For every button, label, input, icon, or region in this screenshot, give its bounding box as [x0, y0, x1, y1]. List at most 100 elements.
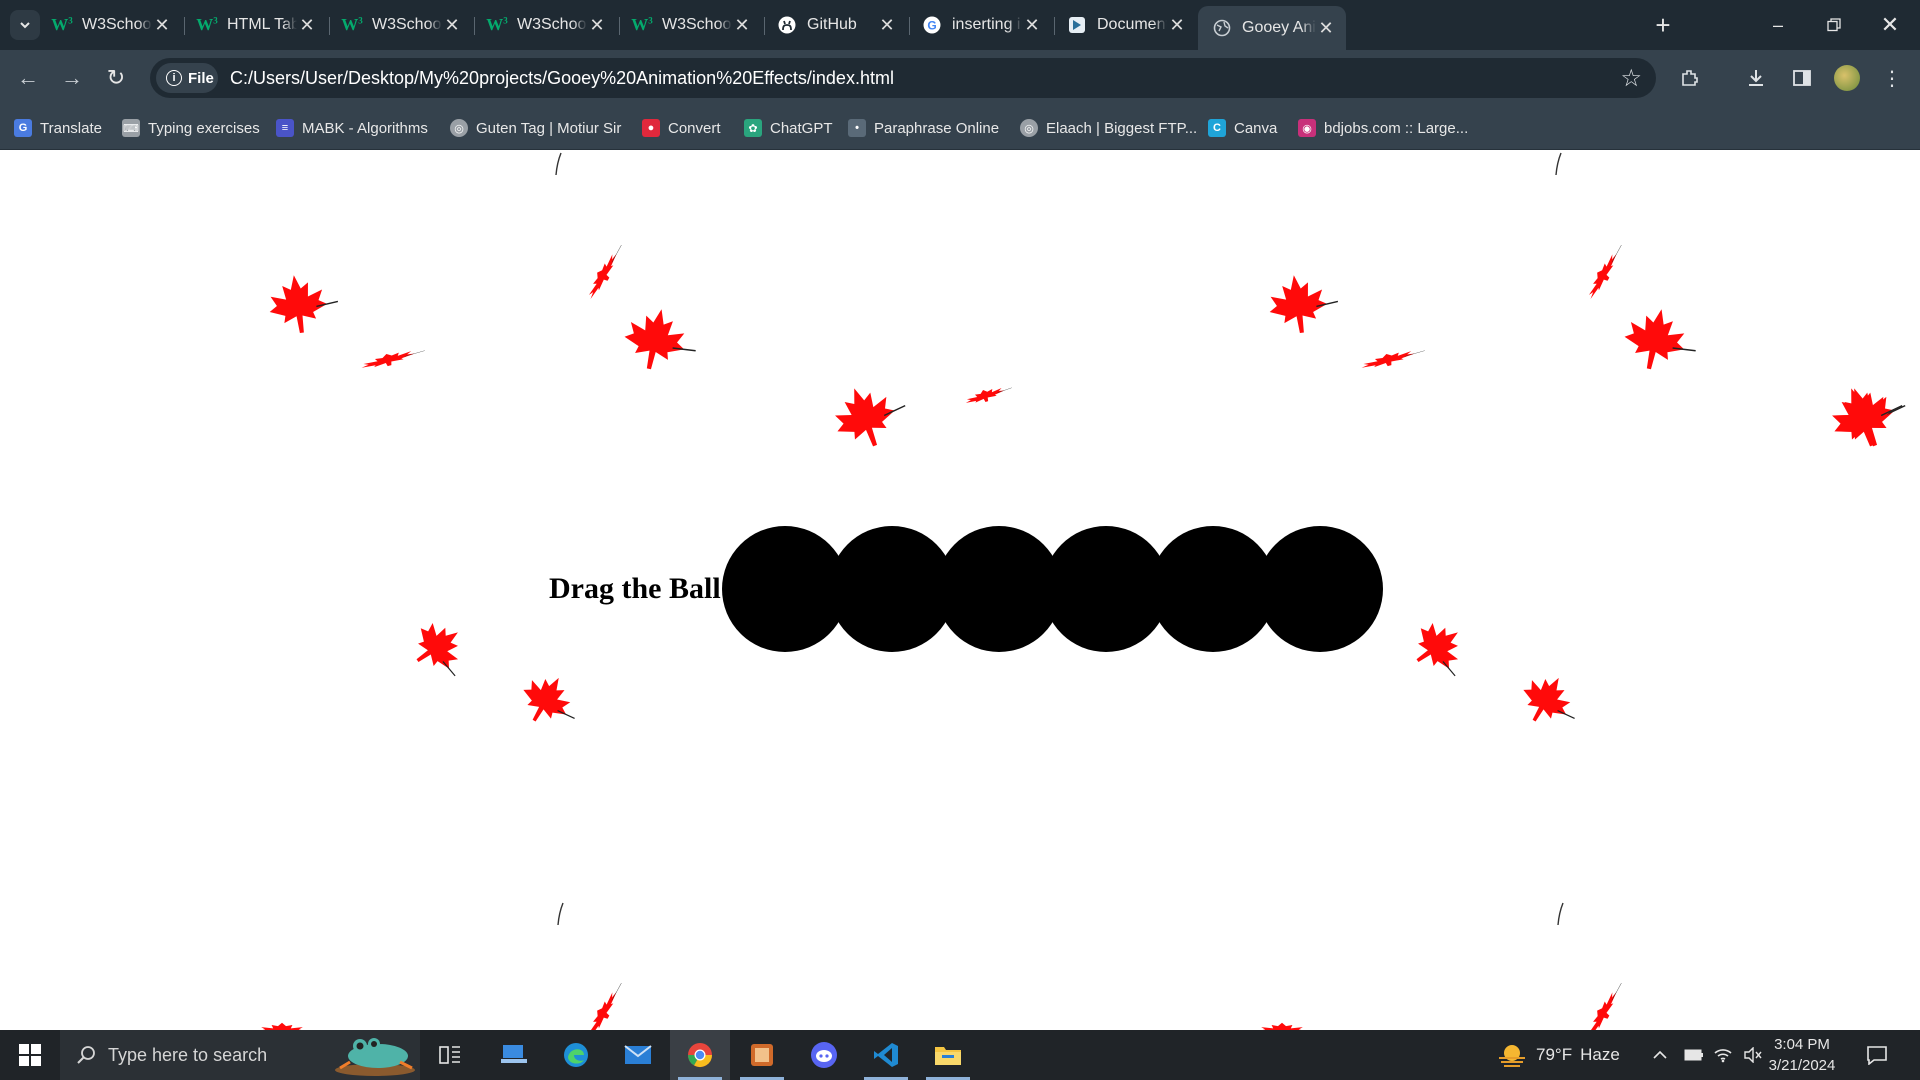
maple-leaf-icon [1822, 377, 1903, 457]
address-bar[interactable]: i File C:/Users/User/Desktop/My%20projec… [150, 58, 1656, 98]
bookmark-label: bdjobs.com :: Large... [1324, 119, 1469, 137]
minimize-icon: – [1772, 14, 1783, 35]
leaf-stem-icon [1555, 152, 1562, 176]
tab-search-button[interactable] [10, 10, 40, 40]
bookmark-label: Canva [1234, 119, 1278, 137]
windows-taskbar: Type here to search 79°F Haze 3:04 PM 3/… [0, 1030, 1920, 1080]
maple-leaf-icon [403, 612, 473, 681]
tab-title: Document [1097, 16, 1167, 33]
weather-widget[interactable]: 79°F Haze [1496, 1030, 1620, 1080]
tab-0[interactable]: W3 W3Schools H✕ [38, 6, 182, 44]
taskbar-app-computer[interactable] [484, 1030, 544, 1080]
taskbar-app-sublime[interactable] [732, 1030, 792, 1080]
translate-icon: G [14, 119, 32, 137]
bookmark-item[interactable]: • Paraphrase Online [848, 117, 999, 139]
battery-icon[interactable] [1684, 1030, 1704, 1080]
minimize-button[interactable]: – [1750, 0, 1806, 50]
github-icon [777, 15, 797, 35]
tab-1[interactable]: W3 HTML Tables✕ [183, 6, 327, 44]
globe-icon: ◎ [1020, 119, 1038, 137]
w3schools-icon: W3 [51, 15, 73, 34]
tab-7[interactable]: Document ✕ [1053, 6, 1197, 44]
bookmark-label: Typing exercises [148, 119, 260, 137]
close-tab-icon[interactable]: ✕ [732, 15, 752, 35]
bookmark-item[interactable]: ◎ Elaach | Biggest FTP... [1020, 117, 1197, 139]
back-button[interactable]: ← [12, 62, 44, 94]
close-tab-icon[interactable]: ✕ [1316, 18, 1336, 38]
start-button[interactable] [0, 1030, 60, 1080]
tab-6[interactable]: Ginserting ima✕ [908, 6, 1052, 44]
taskbar-app-mail[interactable] [608, 1030, 668, 1080]
taskbar-app-edge[interactable] [546, 1030, 606, 1080]
tab-8[interactable]: Gooey Anima✕ [1198, 6, 1346, 50]
tab-2[interactable]: W3 W3Schools Tr✕ [328, 6, 472, 44]
algorithms-icon: ≡ [276, 119, 294, 137]
bookmark-item[interactable]: ◉ bdjobs.com :: Large... [1298, 117, 1468, 139]
forward-button[interactable]: → [56, 62, 88, 94]
wifi-icon[interactable] [1714, 1030, 1732, 1080]
frog-illustration-icon [335, 1038, 415, 1076]
chevron-down-icon [20, 22, 30, 29]
gooey-ball[interactable] [1257, 526, 1383, 652]
edge-icon [564, 1043, 588, 1067]
close-tab-icon[interactable]: ✕ [442, 15, 462, 35]
taskbar-app-discord[interactable] [794, 1030, 854, 1080]
close-tab-icon[interactable]: ✕ [1022, 15, 1042, 35]
taskbar-search-box[interactable]: Type here to search [60, 1030, 420, 1080]
reload-button[interactable]: ↻ [100, 62, 132, 94]
site-info-chip[interactable]: i File [156, 63, 218, 93]
bookmark-star-icon[interactable]: ☆ [1620, 64, 1642, 93]
close-tab-icon[interactable]: ✕ [587, 15, 607, 35]
close-tab-icon[interactable]: ✕ [877, 15, 897, 35]
new-tab-button[interactable]: + [1648, 10, 1678, 40]
taskbar-app-vscode[interactable] [856, 1030, 916, 1080]
maple-leaf-icon [963, 383, 1012, 408]
url-text[interactable]: C:/Users/User/Desktop/My%20projects/Gooe… [230, 68, 894, 89]
bookmark-label: Translate [40, 119, 102, 137]
bookmark-item[interactable]: ✿ ChatGPT [744, 117, 833, 139]
taskbar-app-chrome[interactable] [670, 1030, 730, 1080]
close-tab-icon[interactable]: ✕ [152, 15, 172, 35]
app-window-icon [751, 1044, 773, 1066]
bookmark-item[interactable]: C Canva [1208, 117, 1277, 139]
bookmark-item[interactable]: ● Convert [642, 117, 721, 139]
discord-icon [811, 1042, 837, 1068]
restore-button[interactable] [1806, 0, 1862, 50]
arrow-right-icon: → [61, 65, 83, 90]
taskbar-app-file-explorer[interactable] [918, 1030, 978, 1080]
task-view-icon [439, 1046, 460, 1064]
task-view-button[interactable] [420, 1030, 480, 1080]
tab-4[interactable]: W3 W3Schools Tr✕ [618, 6, 762, 44]
tab-title: inserting ima [952, 16, 1022, 33]
system-clock[interactable]: 3:04 PM 3/21/2024 [1754, 1034, 1850, 1076]
search-placeholder: Type here to search [108, 1044, 268, 1065]
bookmark-item[interactable]: ⌨ Typing exercises [122, 117, 260, 139]
extensions-icon[interactable] [1674, 62, 1706, 94]
bookmark-item[interactable]: ≡ MABK - Algorithms [276, 117, 428, 139]
clock-date: 3/21/2024 [1768, 1057, 1836, 1074]
menu-kebab-icon[interactable]: ⋮ [1876, 62, 1908, 94]
bookmark-item[interactable]: G Translate [14, 117, 102, 139]
w3schools-icon: W3 [486, 15, 508, 34]
tab-5[interactable]: GitHub ✕ [763, 6, 907, 44]
close-tab-icon[interactable]: ✕ [297, 15, 317, 35]
chevron-up-icon [1653, 1050, 1667, 1059]
close-icon: ✕ [1880, 12, 1900, 37]
notifications-button[interactable] [1866, 1030, 1888, 1080]
tab-title: Gooey Anima [1242, 19, 1316, 36]
keyboard-icon: ⌨ [122, 119, 140, 137]
bookmark-label: ChatGPT [770, 119, 833, 137]
profile-avatar[interactable] [1834, 65, 1860, 91]
bookmark-label: Elaach | Biggest FTP... [1046, 119, 1198, 137]
bookmark-item[interactable]: ◎ Guten Tag | Motiur Sir [450, 117, 621, 139]
w3schools-icon: W3 [631, 15, 653, 34]
side-panel-icon[interactable] [1786, 62, 1818, 94]
w3schools-icon: W3 [341, 15, 363, 34]
tab-title: W3Schools H [82, 16, 152, 33]
maple-leaf-icon [825, 377, 906, 457]
download-icon[interactable] [1740, 62, 1772, 94]
close-tab-icon[interactable]: ✕ [1167, 15, 1187, 35]
close-window-button[interactable]: ✕ [1862, 0, 1918, 50]
show-hidden-icons-button[interactable] [1652, 1030, 1668, 1080]
tab-3[interactable]: W3 W3Schools Tr✕ [473, 6, 617, 44]
